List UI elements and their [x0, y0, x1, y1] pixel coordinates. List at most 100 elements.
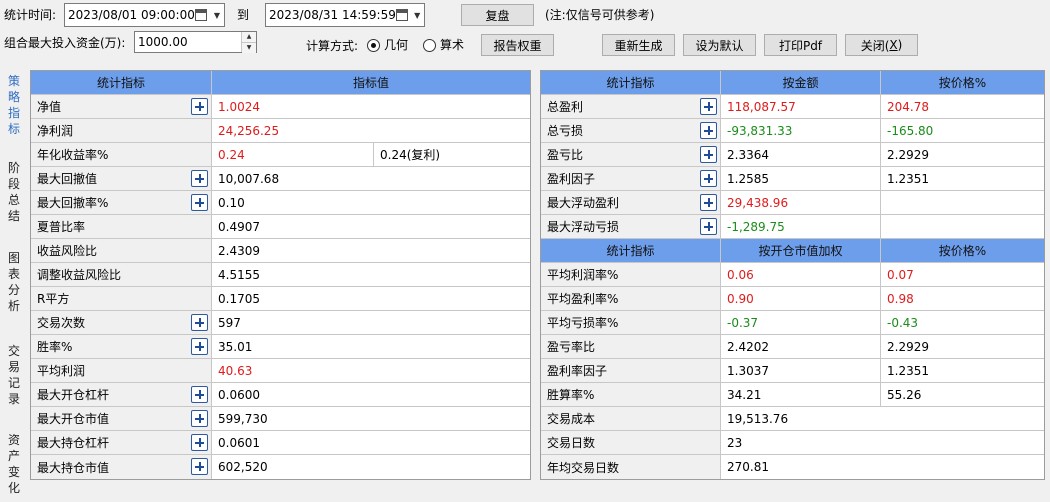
metric-value: -0.37	[721, 311, 881, 334]
metric-name: 最大持仓市值	[31, 455, 212, 479]
table-row: 交易次数 597	[31, 311, 530, 335]
spin-up-icon[interactable]: ▲	[242, 32, 256, 42]
metric-name: 盈利率因子	[541, 359, 721, 382]
expand-plus-icon[interactable]	[191, 386, 208, 403]
metric-value: 29,438.96	[721, 191, 881, 214]
metric-name: 盈亏比	[541, 143, 721, 166]
metric-label: 收益风险比	[37, 244, 98, 258]
calendar-icon[interactable]	[195, 9, 207, 21]
empty-cell	[881, 215, 1044, 238]
table-row: 盈利率因子 1.3037 1.2351	[541, 359, 1044, 383]
metric-value: 35.01	[218, 339, 253, 354]
calc-method-label: 计算方式:	[306, 39, 359, 53]
metric-value: 1.3037	[721, 359, 881, 382]
set-default-button[interactable]: 设为默认	[683, 34, 756, 56]
header-value: 指标值	[352, 76, 389, 90]
table-row: 胜算率% 34.21 55.26	[541, 383, 1044, 407]
radio-icon[interactable]	[423, 38, 436, 52]
side-tab-1[interactable]: 阶段总结	[4, 160, 24, 224]
expand-plus-icon[interactable]	[191, 194, 208, 211]
max-capital-input[interactable]: 1000.00	[135, 35, 241, 49]
side-tab-2[interactable]: 图表分析	[4, 250, 24, 314]
table-row: 最大持仓市值 602,520	[31, 455, 530, 479]
metric-name: 夏普比率	[31, 215, 212, 238]
close-button[interactable]: 关闭(X)	[845, 34, 918, 56]
table-row: 交易日数 23	[541, 431, 1044, 455]
metric-value: 602,520	[218, 460, 268, 474]
metric-value: 0.0601	[218, 435, 260, 450]
metric-label: 最大持仓市值	[37, 460, 110, 475]
chevron-down-icon[interactable]: ▼	[411, 11, 424, 20]
metric-name: 最大持仓杠杆	[31, 431, 212, 454]
table-row: 年化收益率% 0.24 0.24(复利)	[31, 143, 530, 167]
expand-plus-icon[interactable]	[700, 98, 717, 115]
metric-value-pct: 1.2351	[887, 171, 929, 186]
chevron-down-icon[interactable]: ▼	[210, 11, 224, 20]
header-col-1: 按金额	[721, 71, 881, 94]
table-row: 年均交易日数 270.81	[541, 455, 1044, 479]
expand-plus-icon[interactable]	[700, 194, 717, 211]
table-row: 最大回撤值 10,007.68	[31, 167, 530, 191]
table-row: 最大开仓杠杆 0.0600	[31, 383, 530, 407]
calendar-icon[interactable]	[395, 9, 408, 21]
side-tab-3[interactable]: 交易记录	[4, 343, 24, 407]
side-tab-0[interactable]: 策略指标	[4, 73, 24, 137]
start-datetime-picker[interactable]: 2023/08/01 09:00:00 ▼	[64, 3, 225, 27]
end-datetime-picker[interactable]: 2023/08/31 14:59:59 ▼	[265, 3, 425, 27]
table-row: R平方 0.1705	[31, 287, 530, 311]
metric-name: 总盈利	[541, 95, 721, 118]
start-datetime-value: 2023/08/01 09:00:00	[68, 8, 195, 22]
metric-name: 交易日数	[541, 431, 721, 454]
metric-label: 调整收益风险比	[37, 268, 122, 282]
close-button-end: )	[897, 38, 903, 52]
header-col-1: 按开仓市值加权	[721, 239, 881, 262]
table-row: 平均利润率% 0.06 0.07	[541, 263, 1044, 287]
metric-label: 平均利润率%	[547, 268, 619, 282]
table-row: 收益风险比 2.4309	[31, 239, 530, 263]
metric-label: 交易日数	[547, 436, 596, 450]
max-capital-stepper[interactable]: 1000.00 ▲ ▼	[134, 31, 257, 53]
metric-value: 0.10	[218, 195, 245, 210]
metric-name: 总亏损	[541, 119, 721, 142]
report-weight-button[interactable]: 报告权重	[481, 34, 554, 56]
close-button-text: 关闭(	[860, 38, 890, 53]
table-row: 总亏损 -93,831.33 -165.80	[541, 119, 1044, 143]
table-row: 总盈利 118,087.57 204.78	[541, 95, 1044, 119]
expand-plus-icon[interactable]	[700, 218, 717, 235]
table-row: 调整收益风险比 4.5155	[31, 263, 530, 287]
metric-name: 收益风险比	[31, 239, 212, 262]
table-row: 盈亏率比 2.4202 2.2929	[541, 335, 1044, 359]
regenerate-button[interactable]: 重新生成	[602, 34, 675, 56]
expand-plus-icon[interactable]	[191, 314, 208, 331]
expand-plus-icon[interactable]	[700, 122, 717, 139]
note-text: (注:仅信号可供参考)	[545, 8, 655, 22]
table-row: 平均利润 40.63	[31, 359, 530, 383]
metric-name: 最大回撤率%	[31, 191, 212, 214]
metric-label: 总盈利	[547, 100, 584, 114]
radio-geometric[interactable]: 几何	[367, 37, 408, 53]
expand-plus-icon[interactable]	[700, 170, 717, 187]
radio-icon[interactable]	[367, 38, 380, 52]
expand-plus-icon[interactable]	[191, 458, 208, 475]
metric-label: 胜率%	[37, 340, 73, 354]
header-metric: 统计指标	[31, 71, 212, 94]
replay-button[interactable]: 复盘	[461, 4, 534, 26]
spin-down-icon[interactable]: ▼	[242, 42, 256, 53]
expand-plus-icon[interactable]	[191, 434, 208, 451]
expand-plus-icon[interactable]	[700, 146, 717, 163]
expand-plus-icon[interactable]	[191, 410, 208, 427]
empty-cell	[881, 191, 1044, 214]
metric-value: 0.1705	[218, 291, 260, 306]
expand-plus-icon[interactable]	[191, 98, 208, 115]
table-row: 净值 1.0024	[31, 95, 530, 119]
table-row: 盈利因子 1.2585 1.2351	[541, 167, 1044, 191]
print-pdf-button[interactable]: 打印Pdf	[764, 34, 837, 56]
radio-arithmetic[interactable]: 算术	[423, 37, 464, 53]
expand-plus-icon[interactable]	[191, 170, 208, 187]
metric-value: 0.24	[212, 143, 374, 166]
metric-value-pct: -0.43	[887, 315, 919, 330]
side-tab-4[interactable]: 资产变化	[4, 432, 24, 496]
metric-value: 23	[727, 435, 743, 450]
expand-plus-icon[interactable]	[191, 338, 208, 355]
metric-value-pct: -165.80	[887, 123, 934, 138]
